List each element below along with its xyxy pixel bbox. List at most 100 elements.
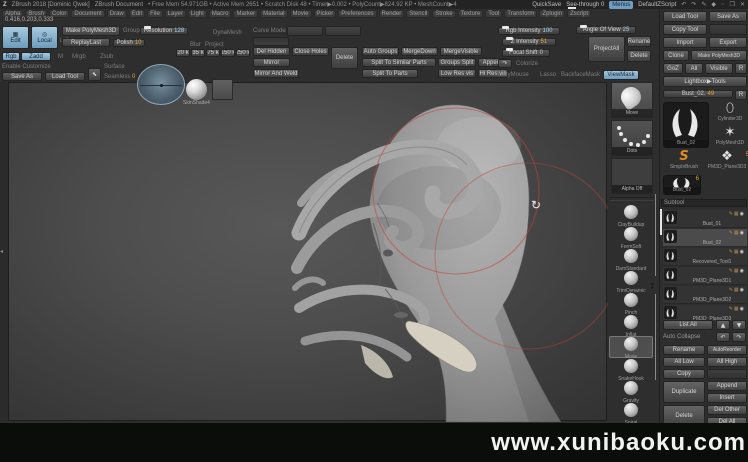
colorize-label[interactable]: Colorize	[516, 61, 538, 67]
focal-shift-slider[interactable]: Focal Shift0	[502, 49, 550, 57]
m-toggle[interactable]: M	[58, 54, 63, 60]
picker-icon-button[interactable]: ⬉	[88, 68, 101, 81]
subtool-mini-icons[interactable]: ✎▦◉	[729, 230, 745, 236]
menu-item[interactable]: Picker	[314, 10, 337, 18]
brush-preset[interactable]: Inflat	[609, 314, 653, 336]
material-preview-sphere[interactable]	[186, 79, 207, 100]
delete-loops-button[interactable]: Delete	[331, 47, 358, 69]
tool-r-button[interactable]: R	[735, 90, 747, 100]
tool-item-plane3d3[interactable]: ❖5 PM3D_Plane3D3	[707, 150, 747, 170]
all-low-button[interactable]: All Low	[663, 357, 705, 367]
subtool-rename-button[interactable]: Rename	[663, 345, 705, 355]
menu-item[interactable]: Macro	[209, 10, 232, 18]
duplicate-subtool-button[interactable]: Duplicate	[663, 381, 705, 403]
menu-item[interactable]: Material	[260, 10, 287, 18]
curve-option-button-1[interactable]	[287, 26, 323, 36]
active-tool-slider[interactable]: Bust_02.49	[663, 90, 733, 98]
goz-r-button[interactable]: R	[735, 63, 747, 74]
mirror-and-weld-button[interactable]: Mirror And Weld	[253, 69, 299, 78]
save-as-button[interactable]: Save As	[2, 72, 42, 81]
subtool-mini-icons[interactable]: ✎▦◉	[729, 268, 745, 274]
load-tool-button[interactable]: Load Tool	[45, 72, 85, 81]
delete-shelf-button[interactable]: Delete	[627, 50, 651, 62]
make-polymesh3d-button[interactable]: Make PolyMesh3D	[62, 26, 120, 36]
subtool-scrollbar[interactable]	[660, 209, 662, 235]
tool-item-bust02-small[interactable]: 6 Bust_02	[663, 175, 701, 195]
menu-item[interactable]: Transform	[504, 10, 537, 18]
lock-icon[interactable]: ◆	[711, 1, 716, 8]
rgb-intensity-slider[interactable]: Rgb Intensity100	[498, 27, 560, 35]
tool-save-as-button[interactable]: Save As	[709, 11, 747, 22]
lasso-toggle[interactable]: Lasso	[540, 72, 556, 78]
menu-item[interactable]: Draw	[107, 10, 127, 18]
current-brush-thumbnail[interactable]: Move	[611, 82, 653, 118]
collapse-next-icon-button[interactable]: ↷	[732, 332, 746, 342]
subtool-section-header[interactable]: Subtool	[661, 199, 747, 207]
colorize-icon-button[interactable]: ↷	[498, 59, 512, 68]
del-hidden-button[interactable]: Del Hidden	[253, 47, 290, 56]
seamless-slider[interactable]: Seamless 0	[104, 74, 135, 80]
project-all-button[interactable]: ProjectAll	[588, 36, 625, 62]
split-to-parts-button[interactable]: Split To Parts	[362, 69, 418, 78]
curve-mode-label[interactable]: Curve Mode	[253, 28, 286, 34]
menu-item[interactable]: Stencil	[406, 10, 430, 18]
k-preset-button[interactable]: 150 k	[221, 49, 235, 57]
brush-preset[interactable]: Gravity	[609, 380, 653, 402]
append-subtool-button[interactable]: Append	[707, 381, 747, 391]
subtool-mini-icons[interactable]: ✎▦◉	[729, 249, 745, 255]
tool-clone-button[interactable]: Clone	[663, 50, 689, 61]
surface-label[interactable]: Surface	[104, 64, 125, 70]
tool-import-button[interactable]: Import	[663, 37, 707, 48]
backface-mask-toggle[interactable]: BackfaceMask	[561, 72, 600, 78]
tool-copy-tool-button[interactable]: Copy Tool	[663, 24, 707, 35]
subtool-row[interactable]: ✎▦◉ Bust_02	[663, 229, 747, 247]
texture-swatch[interactable]	[212, 79, 233, 100]
active-tool-thumbnail[interactable]: Bust_02	[663, 102, 709, 148]
menu-item[interactable]: Render	[379, 10, 405, 18]
rename-shelf-button[interactable]: Rename	[627, 36, 651, 47]
viewport-canvas[interactable]: ↻	[8, 82, 607, 421]
blur-label[interactable]: Blur	[190, 42, 201, 48]
move-subtool-down-button[interactable]: ▼	[732, 320, 746, 330]
menu-item[interactable]: Zscript	[567, 10, 591, 18]
subtool-row[interactable]: ✎▦◉ PM3D_Plane3D1	[663, 267, 747, 285]
zsub-toggle[interactable]: Zsub	[100, 54, 113, 60]
collapse-left-tray-icon[interactable]: ◂	[0, 248, 3, 255]
curve-option-button-3[interactable]	[253, 37, 289, 46]
lazy-mouse-toggle[interactable]: LazyMouse	[498, 72, 529, 78]
tool-load-tool-button[interactable]: Load Tool	[663, 11, 707, 22]
menu-item[interactable]: Texture	[458, 10, 484, 18]
paste-subtool-button[interactable]	[707, 369, 747, 379]
polish-slider[interactable]: Polish10	[113, 39, 145, 47]
menu-item[interactable]: File	[147, 10, 163, 18]
close-holes-button[interactable]: Close Holes	[292, 47, 329, 56]
list-all-button[interactable]: List All	[663, 320, 713, 330]
brush-preset[interactable]: Pinch	[609, 292, 653, 314]
menu-item[interactable]: Layer	[165, 10, 186, 18]
k-preset-button[interactable]: 75 k	[206, 49, 220, 57]
z-intensity-slider[interactable]: Z Intensity51	[502, 38, 556, 46]
menu-item[interactable]: Document	[71, 10, 104, 18]
tray-scroll-arrows-icon[interactable]: ▴▾	[651, 282, 654, 290]
brush-preset[interactable]: Spiral	[609, 402, 653, 424]
all-high-button[interactable]: All High	[707, 357, 747, 367]
curve-option-button-2[interactable]	[325, 26, 361, 36]
rgb-button[interactable]: Rgb	[2, 52, 20, 61]
copy-subtool-button[interactable]: Copy	[663, 369, 705, 379]
brush-preset[interactable]: ClayBuildup	[609, 204, 653, 226]
tool-export-button[interactable]: Export	[709, 37, 747, 48]
brush-preset[interactable]: DamStandard	[609, 248, 653, 270]
quicksave-button[interactable]: QuickSave	[532, 2, 561, 8]
subtool-mini-icons[interactable]: ✎▦◉	[729, 287, 745, 293]
project-label[interactable]: Project	[205, 42, 224, 48]
current-alpha-thumbnail[interactable]: Alpha Off	[611, 158, 653, 194]
subtool-row[interactable]: ✎▦◉ Bust_01	[663, 210, 747, 228]
brush-preset[interactable]: FormSoft	[609, 226, 653, 248]
lightbox-tools-button[interactable]: Lightbox▶Tools	[663, 76, 747, 87]
redo-icon[interactable]: ↷	[691, 1, 696, 8]
tool-item-polymesh3d[interactable]: ✶ PolyMesh3D	[713, 126, 747, 146]
menu-item[interactable]: Tool	[485, 10, 502, 18]
k-preset-button[interactable]: 20 k	[176, 49, 190, 57]
auto-groups-button[interactable]: Auto Groups	[362, 47, 399, 56]
tray-scrollbar[interactable]: ▴▾	[654, 194, 657, 380]
